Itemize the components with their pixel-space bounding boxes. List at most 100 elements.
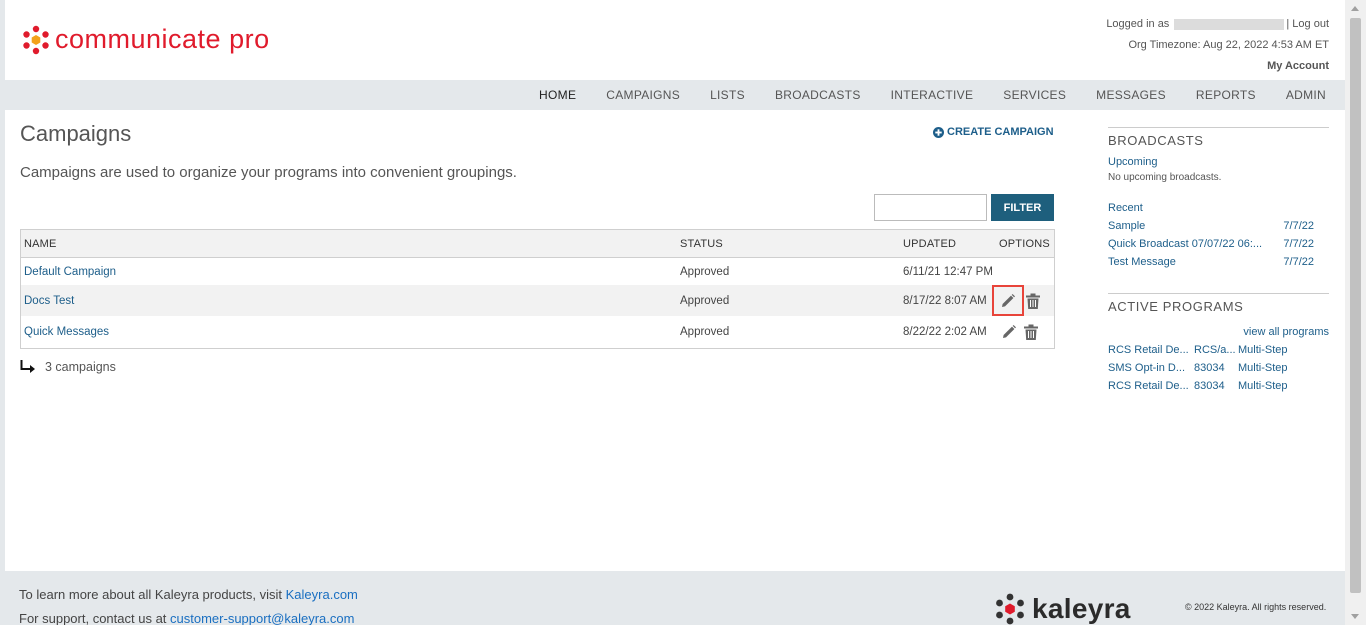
campaign-name-link[interactable]: Default Campaign bbox=[24, 266, 116, 278]
redacted-username bbox=[1174, 18, 1285, 30]
pencil-icon bbox=[1002, 293, 1015, 307]
nav-admin[interactable]: ADMIN bbox=[1271, 80, 1341, 110]
campaign-status: Approved bbox=[680, 294, 730, 307]
active-programs-panel: ACTIVE PROGRAMS view all programs RCS Re… bbox=[1108, 293, 1329, 395]
edit-button[interactable] bbox=[1001, 324, 1017, 340]
app-name: communicate pro bbox=[55, 24, 270, 54]
campaign-status: Approved bbox=[680, 326, 730, 338]
logout-link[interactable]: Log out bbox=[1292, 18, 1329, 30]
program-type: Multi-Step bbox=[1238, 344, 1288, 356]
logged-in-label: Logged in as bbox=[1106, 18, 1170, 30]
page-container: communicate pro Logged in as | Log out O… bbox=[5, 0, 1345, 571]
column-header-options: OPTIONS bbox=[999, 237, 1050, 250]
scrollbar-thumb[interactable] bbox=[1350, 18, 1361, 593]
page-title: Campaigns bbox=[20, 121, 132, 146]
create-campaign-button[interactable]: CREATE CAMPAIGN bbox=[933, 126, 1054, 138]
plus-circle-icon bbox=[933, 126, 944, 138]
nav-interactive[interactable]: INTERACTIVE bbox=[876, 80, 989, 110]
trash-icon bbox=[1024, 324, 1038, 340]
campaign-updated: 8/22/22 2:02 AM bbox=[903, 326, 987, 338]
upcoming-note: No upcoming broadcasts. bbox=[1108, 172, 1222, 183]
program-code: 83034 bbox=[1194, 380, 1225, 392]
footer-learn-text: To learn more about all Kaleyra products… bbox=[19, 587, 283, 602]
support-email-link[interactable]: customer-support@kaleyra.com bbox=[170, 611, 354, 625]
program-item[interactable]: RCS Retail De... RCS/a... Multi-Step bbox=[1108, 341, 1329, 359]
vertical-scrollbar[interactable] bbox=[1345, 0, 1366, 625]
user-info: Logged in as | Log out Org Timezone: Aug… bbox=[1106, 14, 1329, 77]
filter-input[interactable] bbox=[874, 194, 987, 221]
column-header-name[interactable]: NAME bbox=[24, 238, 57, 250]
my-account-link[interactable]: My Account bbox=[1267, 60, 1329, 72]
broadcast-date: 7/7/22 bbox=[1283, 256, 1314, 268]
program-name: SMS Opt-in D... bbox=[1108, 362, 1186, 374]
delete-button[interactable] bbox=[1025, 293, 1041, 309]
program-name: RCS Retail De... bbox=[1108, 380, 1189, 392]
campaign-name-link[interactable]: Quick Messages bbox=[24, 326, 109, 338]
delete-button[interactable] bbox=[1023, 324, 1039, 340]
logo-flower-icon bbox=[23, 25, 49, 54]
column-header-status[interactable]: STATUS bbox=[680, 238, 723, 250]
row-options bbox=[1001, 324, 1039, 340]
recent-link[interactable]: Recent bbox=[1108, 202, 1143, 214]
copyright: © 2022 Kaleyra. All rights reserved. bbox=[1185, 602, 1327, 612]
return-arrow-icon bbox=[20, 360, 35, 373]
program-item[interactable]: RCS Retail De... 83034 Multi-Step bbox=[1108, 377, 1329, 395]
program-name: RCS Retail De... bbox=[1108, 344, 1189, 356]
nav-reports[interactable]: REPORTS bbox=[1181, 80, 1271, 110]
campaign-count-text: 3 campaigns bbox=[45, 360, 116, 374]
broadcasts-heading: BROADCASTS bbox=[1108, 133, 1204, 148]
broadcast-item[interactable]: Test Message 7/7/22 bbox=[1108, 253, 1329, 271]
program-type: Multi-Step bbox=[1238, 362, 1288, 374]
scroll-up-arrow-icon[interactable] bbox=[1351, 6, 1359, 11]
program-item[interactable]: SMS Opt-in D... 83034 Multi-Step bbox=[1108, 359, 1329, 377]
footer-support-text: For support, contact us at bbox=[19, 611, 167, 625]
kaleyra-mark-icon bbox=[996, 593, 1024, 625]
upcoming-link[interactable]: Upcoming bbox=[1108, 156, 1158, 168]
program-type: Multi-Step bbox=[1238, 380, 1288, 392]
broadcast-item[interactable]: Sample 7/7/22 bbox=[1108, 217, 1329, 235]
nav-home[interactable]: HOME bbox=[524, 80, 591, 110]
table-header: NAME STATUS UPDATED OPTIONS bbox=[21, 230, 1054, 258]
kaleyra-logo: kaleyra bbox=[994, 593, 1131, 625]
campaigns-table: NAME STATUS UPDATED OPTIONS Default Camp… bbox=[20, 229, 1055, 349]
nav-lists[interactable]: LISTS bbox=[695, 80, 760, 110]
edit-button[interactable] bbox=[992, 285, 1024, 316]
campaign-count: 3 campaigns bbox=[20, 360, 116, 374]
program-code: RCS/a... bbox=[1194, 344, 1236, 356]
main-nav: HOME CAMPAIGNS LISTS BROADCASTS INTERACT… bbox=[5, 80, 1345, 110]
broadcast-name: Sample bbox=[1108, 220, 1146, 232]
org-timezone: Org Timezone: Aug 22, 2022 4:53 AM ET bbox=[1128, 39, 1329, 51]
app-logo[interactable]: communicate pro bbox=[21, 24, 270, 55]
row-options bbox=[992, 285, 1041, 316]
footer-info: To learn more about all Kaleyra products… bbox=[19, 583, 358, 625]
program-code: 83034 bbox=[1194, 362, 1225, 374]
trash-icon bbox=[1026, 293, 1040, 309]
table-row: Docs Test Approved 8/17/22 8:07 AM bbox=[21, 285, 1054, 316]
page-description: Campaigns are used to organize your prog… bbox=[20, 164, 517, 181]
campaign-status: Approved bbox=[680, 265, 730, 278]
broadcast-name: Test Message bbox=[1108, 256, 1176, 268]
table-row: Default Campaign Approved 6/11/21 12:47 … bbox=[21, 258, 1054, 285]
pencil-icon bbox=[1003, 325, 1016, 338]
separator: | bbox=[1286, 18, 1290, 30]
nav-services[interactable]: SERVICES bbox=[988, 80, 1081, 110]
active-programs-heading: ACTIVE PROGRAMS bbox=[1108, 299, 1244, 314]
broadcast-name: Quick Broadcast 07/07/22 06:... bbox=[1108, 238, 1263, 250]
create-campaign-label: CREATE CAMPAIGN bbox=[947, 126, 1054, 138]
filter-button[interactable]: FILTER bbox=[991, 194, 1054, 221]
nav-messages[interactable]: MESSAGES bbox=[1081, 80, 1181, 110]
campaign-updated: 8/17/22 8:07 AM bbox=[903, 294, 987, 307]
scroll-down-arrow-icon[interactable] bbox=[1351, 614, 1359, 619]
table-row: Quick Messages Approved 8/22/22 2:02 AM bbox=[21, 316, 1054, 348]
nav-broadcasts[interactable]: BROADCASTS bbox=[760, 80, 876, 110]
column-header-updated[interactable]: UPDATED bbox=[903, 238, 956, 250]
kaleyra-link[interactable]: Kaleyra.com bbox=[286, 587, 358, 602]
broadcast-date: 7/7/22 bbox=[1283, 238, 1314, 250]
view-all-programs-link[interactable]: view all programs bbox=[1243, 326, 1329, 338]
campaign-name-link[interactable]: Docs Test bbox=[24, 295, 74, 307]
campaign-updated: 6/11/21 12:47 PM bbox=[903, 265, 993, 278]
broadcasts-panel: BROADCASTS Upcoming No upcoming broadcas… bbox=[1108, 127, 1329, 271]
kaleyra-wordmark: kaleyra bbox=[1032, 593, 1131, 624]
broadcast-item[interactable]: Quick Broadcast 07/07/22 06:... 7/7/22 bbox=[1108, 235, 1329, 253]
nav-campaigns[interactable]: CAMPAIGNS bbox=[591, 80, 695, 110]
